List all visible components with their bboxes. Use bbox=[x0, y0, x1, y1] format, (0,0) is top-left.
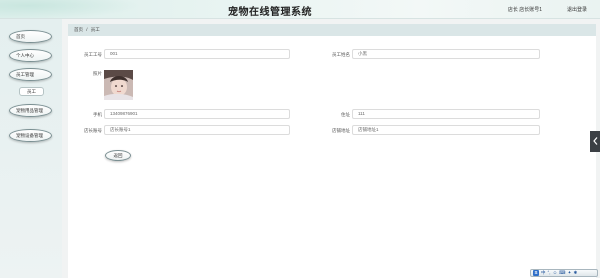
sidebar-subitem-employee[interactable]: 员工 bbox=[19, 87, 44, 96]
sidebar-subitem-label: 员工 bbox=[27, 89, 36, 94]
sidebar-item-home[interactable]: 首页 bbox=[9, 30, 52, 43]
sidebar-item-label: 首页 bbox=[16, 34, 25, 39]
sidebar-item-label: 宠物设备管理 bbox=[16, 133, 43, 138]
sidebar-item-label: 员工管理 bbox=[16, 72, 34, 77]
employee-no-field[interactable]: 001 bbox=[104, 49, 290, 59]
main-content: 首页 / 员工 员工工号 001 员工姓名 小黑 照片 手机 134098769 bbox=[62, 19, 600, 278]
detail-panel: 首页 / 员工 员工工号 001 员工姓名 小黑 照片 手机 134098769 bbox=[68, 24, 596, 278]
ime-punctuation-icon[interactable]: °, bbox=[548, 270, 551, 276]
sidebar-item-staff[interactable]: 员工管理 bbox=[9, 68, 52, 81]
sidebar: 首页 个人中心 员工管理 员工 宠物用品管理 宠物设备管理 bbox=[0, 19, 62, 278]
sidebar-item-label: 宠物用品管理 bbox=[16, 108, 43, 113]
employee-name-label: 员工姓名 bbox=[332, 52, 350, 57]
sidebar-item-profile[interactable]: 个人中心 bbox=[9, 49, 52, 62]
ime-keyboard-icon[interactable]: ⌨ bbox=[559, 270, 566, 276]
sidebar-item-label: 个人中心 bbox=[16, 53, 34, 58]
store-account-field[interactable]: 店长账号1 bbox=[104, 125, 290, 135]
account-label: 店长 店长账号1 bbox=[507, 7, 542, 13]
app-title: 宠物在线管理系统 bbox=[228, 7, 312, 18]
back-button[interactable]: 返回 bbox=[105, 150, 131, 161]
employee-name-field[interactable]: 小黑 bbox=[352, 49, 540, 59]
ime-emoji-icon[interactable]: ☺ bbox=[553, 270, 558, 276]
sidebar-item-pet-equipment[interactable]: 宠物设备管理 bbox=[9, 129, 52, 142]
employee-photo bbox=[104, 70, 133, 100]
ime-toolbar[interactable]: S 中 °, ☺ ⌨ ✦ ✱ bbox=[530, 269, 598, 277]
address-field[interactable]: 111 bbox=[352, 109, 540, 119]
collapse-tab[interactable] bbox=[590, 131, 600, 152]
address-label: 住址 bbox=[341, 112, 350, 117]
store-address-label: 店铺地址 bbox=[332, 128, 350, 133]
phone-field[interactable]: 13409876901 bbox=[104, 109, 290, 119]
photo-label: 照片 bbox=[93, 71, 102, 76]
store-account-label: 店长账号 bbox=[84, 128, 102, 133]
employee-no-label: 员工工号 bbox=[84, 52, 102, 57]
breadcrumb-home[interactable]: 首页 bbox=[74, 27, 83, 32]
logout-link[interactable]: 退出登录 bbox=[567, 6, 587, 13]
breadcrumb-current: 员工 bbox=[90, 27, 100, 32]
ime-skin-icon[interactable]: ✦ bbox=[568, 270, 572, 276]
top-banner: 宠物在线管理系统 店长 店长账号1 退出登录 bbox=[0, 0, 600, 19]
chevron-left-icon bbox=[592, 137, 597, 145]
store-address-field[interactable]: 店铺地址1 bbox=[352, 125, 540, 135]
sidebar-item-pet-supplies[interactable]: 宠物用品管理 bbox=[9, 104, 52, 117]
ime-mode[interactable]: 中 bbox=[541, 270, 546, 276]
phone-label: 手机 bbox=[93, 112, 102, 117]
breadcrumb: 首页 / 员工 bbox=[68, 24, 596, 36]
ime-logo-icon: S bbox=[533, 270, 539, 276]
breadcrumb-separator: / bbox=[86, 27, 88, 32]
ime-tools-icon[interactable]: ✱ bbox=[573, 270, 577, 276]
